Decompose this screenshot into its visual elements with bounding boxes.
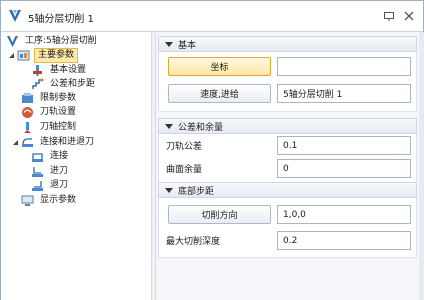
coordinate-field[interactable] <box>277 57 411 76</box>
section-title: 底部步距 <box>178 186 215 197</box>
collapse-arrow-icon[interactable] <box>8 52 15 59</box>
limit-params-icon <box>22 92 33 103</box>
tree-item-label: 基本设置 <box>50 64 87 75</box>
section-title: 公差和余量 <box>178 122 224 133</box>
speed-feed-button[interactable]: 速度,进给 <box>168 84 271 103</box>
collapse-triangle-icon <box>165 123 173 129</box>
tree-item-link-lead[interactable]: 连接和进退刀 <box>21 135 96 149</box>
tree-item-main-params[interactable]: 主要参数 <box>17 47 79 63</box>
section-body-basic: 坐标 速度,进给 5轴分层切削 1 <box>158 52 417 112</box>
tree-item-label: 退刀 <box>50 179 69 190</box>
tree-item-label: 连接 <box>50 150 69 161</box>
collapse-triangle-icon <box>165 41 173 47</box>
section-title: 基本 <box>178 40 197 51</box>
lead-in-icon <box>32 166 43 177</box>
cut-direction-field[interactable]: 1,0,0 <box>277 205 411 224</box>
collapse-triangle-icon <box>165 187 173 193</box>
section-header-bottom-step[interactable]: 底部步距 <box>158 182 417 198</box>
max-cut-depth-label: 最大切削深度 <box>166 237 221 247</box>
tree-item-label: 进刀 <box>50 165 69 176</box>
app-logo-icon <box>9 10 21 22</box>
basic-settings-icon <box>33 64 42 76</box>
tree-item-label: 刀轴控制 <box>40 121 77 132</box>
tree-item-toolpath-settings[interactable]: 刀轨设置 <box>21 105 78 119</box>
tree-item-label: 公差和步距 <box>50 78 96 89</box>
tree-item-tolerance[interactable]: 公差和步距 <box>31 77 97 91</box>
toolpath-settings-icon <box>22 106 33 118</box>
cut-direction-button[interactable]: 切削方向 <box>168 205 271 224</box>
section-body-bottom-step: 切削方向 1,0,0 最大切削深度 0.2 <box>158 198 417 258</box>
tolerance-icon <box>32 78 44 89</box>
collapse-arrow-icon[interactable] <box>12 139 19 146</box>
tree-item-lead-out[interactable]: 退刀 <box>31 178 70 192</box>
property-panel: 基本 坐标 速度,进给 5轴分层切削 1 公差和余量 刀轨公差 0.1 曲面余量… <box>156 32 424 300</box>
tree-item-limit-params[interactable]: 限制参数 <box>21 91 78 105</box>
window-title: 5轴分层切削 1 <box>28 14 94 25</box>
restore-icon[interactable] <box>382 9 396 23</box>
surface-stock-label: 曲面余量 <box>166 165 203 175</box>
path-tolerance-label: 刀轨公差 <box>166 142 203 152</box>
tree-item-tool-axis[interactable]: 刀轴控制 <box>21 120 78 134</box>
operation-icon <box>7 35 18 47</box>
tree-item-display-params[interactable]: 显示参数 <box>21 193 78 207</box>
main-params-icon <box>17 50 30 60</box>
title-bar: 5轴分层切削 1 <box>1 1 423 32</box>
tree-item-label: 连接和进退刀 <box>40 136 95 147</box>
section-header-basic[interactable]: 基本 <box>158 36 417 52</box>
tree-item-label: 主要参数 <box>34 47 79 63</box>
tree-item-link[interactable]: 连接 <box>31 149 70 163</box>
tree-item-lead-in[interactable]: 进刀 <box>31 164 70 178</box>
parameter-tree: 工序:5轴分层切削 主要参数 基本设置 公差和步距 限制参数 刀轨设置 刀轴控制… <box>1 32 151 300</box>
vertical-scrollbar[interactable] <box>419 32 424 300</box>
tool-axis-icon <box>24 121 31 133</box>
speed-feed-field[interactable]: 5轴分层切削 1 <box>277 84 411 103</box>
surface-stock-field[interactable]: 0 <box>277 159 411 178</box>
tree-item-label: 限制参数 <box>40 92 77 103</box>
link-icon <box>32 152 43 162</box>
section-header-tolerance[interactable]: 公差和余量 <box>158 118 417 134</box>
tree-item-label: 显示参数 <box>40 194 77 205</box>
coordinate-button[interactable]: 坐标 <box>168 57 271 76</box>
tree-item-basic-settings[interactable]: 基本设置 <box>31 63 88 77</box>
tree-item-label: 工序:5轴分层切削 <box>25 35 97 46</box>
section-body-tolerance: 刀轨公差 0.1 曲面余量 0 <box>158 134 417 184</box>
tree-item-label: 刀轨设置 <box>40 106 77 117</box>
display-params-icon <box>21 195 34 206</box>
operation-dialog: 5轴分层切削 1 工序:5轴分层切削 主要参数 基本设置 公差和步距 限制参数 … <box>0 0 424 300</box>
lead-out-icon <box>32 180 43 191</box>
link-lead-icon <box>22 137 33 147</box>
close-icon[interactable] <box>402 9 416 23</box>
max-cut-depth-field[interactable]: 0.2 <box>277 231 411 250</box>
path-tolerance-field[interactable]: 0.1 <box>277 136 411 155</box>
tree-item-operation[interactable]: 工序:5轴分层切削 <box>6 34 99 48</box>
